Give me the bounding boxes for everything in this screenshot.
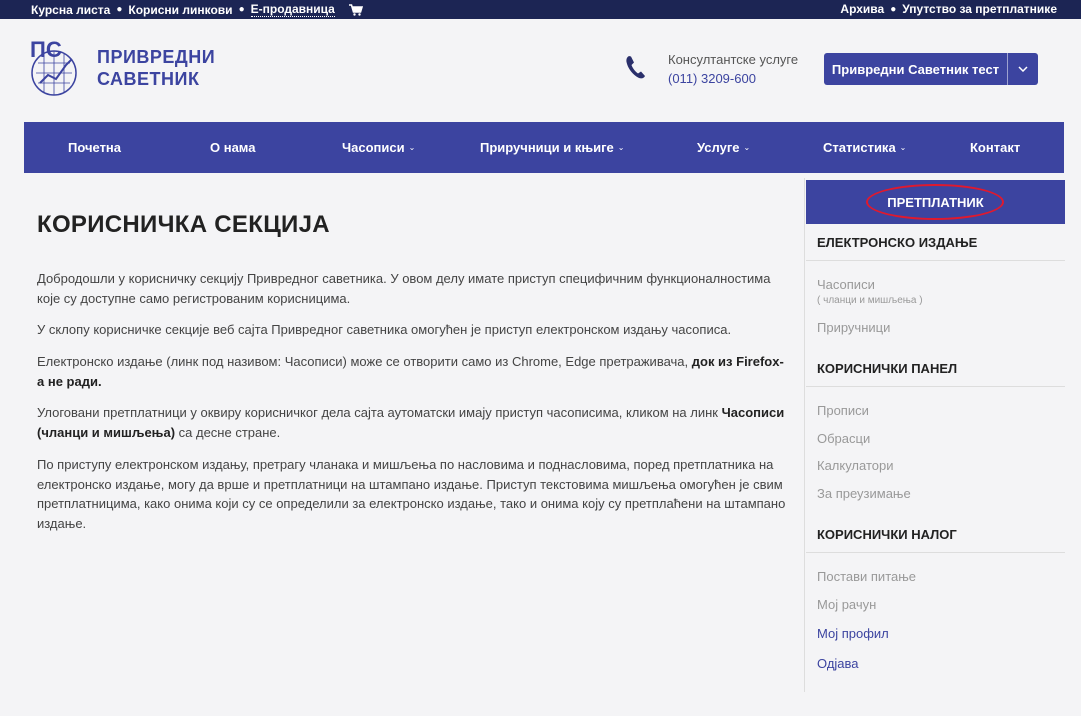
page-title: КОРИСНИЧКА СЕКЦИЈА bbox=[37, 211, 330, 238]
separator-dot: ● bbox=[890, 3, 897, 15]
svg-text:ПС: ПС bbox=[30, 37, 62, 62]
nav-item-magazines[interactable]: Часописи ⌄ bbox=[342, 122, 415, 173]
user-account-button[interactable]: Привредни Саветник тест bbox=[824, 53, 1038, 85]
chevron-down-icon: ⌄ bbox=[617, 143, 625, 152]
intro-paragraph: Добродошли у корисничку секцију Привредн… bbox=[37, 271, 771, 306]
sidebar-item-downloads[interactable]: За преузимање bbox=[817, 486, 911, 501]
section-title-electronic-edition: ЕЛЕКТРОНСКО ИЗДАЊЕ bbox=[817, 235, 978, 250]
logo-line-1: ПРИВРЕДНИ bbox=[97, 47, 216, 67]
nav-item-handbooks[interactable]: Приручници и књиге ⌄ bbox=[480, 122, 625, 173]
top-bar: Курсна листа ● Корисни линкови ● Е-прода… bbox=[0, 0, 1081, 19]
separator-dot: ● bbox=[238, 4, 245, 15]
phone-icon bbox=[626, 56, 645, 79]
paragraph-subscribers: Улоговани претплатници у оквиру кориснич… bbox=[37, 403, 789, 442]
nav-item-about[interactable]: О нама bbox=[210, 122, 255, 173]
sidebar-item-calculators[interactable]: Калкулатори bbox=[817, 458, 894, 473]
nav-label: Приручници и књиге bbox=[480, 140, 614, 155]
subscribers-end: са десне стране. bbox=[175, 424, 281, 440]
section-title-user-panel: КОРИСНИЧКИ ПАНЕЛ bbox=[817, 361, 958, 376]
sidebar-item-forms[interactable]: Обрасци bbox=[817, 431, 870, 446]
main-nav: Почетна О нама Часописи ⌄ Приручници и к… bbox=[24, 122, 1064, 173]
top-link-useful-links[interactable]: Корисни линкови bbox=[128, 3, 232, 17]
chevron-down-icon[interactable] bbox=[1007, 53, 1038, 85]
separator-dot: ● bbox=[116, 4, 123, 15]
sidebar-item-ask-question[interactable]: Постави питање bbox=[817, 569, 916, 584]
top-bar-left: Курсна листа ● Корисни линкови ● Е-прода… bbox=[31, 2, 363, 17]
chevron-down-icon: ⌄ bbox=[743, 143, 751, 152]
nav-item-statistics[interactable]: Статистика ⌄ bbox=[823, 122, 906, 173]
consulting-label: Консултантске услуге bbox=[668, 52, 799, 67]
nav-label: О нама bbox=[210, 140, 256, 155]
browser-note-text: Електронско издање (линк под називом: Ча… bbox=[37, 354, 692, 369]
paragraph-access: У склопу корисничке секције веб сајта Пр… bbox=[37, 322, 732, 337]
sidebar-item-magazines[interactable]: Часописи bbox=[817, 277, 875, 292]
sidebar-item-magazines-sub: ( чланци и мишљења ) bbox=[817, 295, 923, 306]
sidebar-item-my-account[interactable]: Мој рачун bbox=[817, 597, 876, 612]
divider bbox=[806, 260, 1065, 261]
top-bar-right: Архива ● Упутство за претплатнике bbox=[840, 2, 1057, 16]
cart-icon[interactable] bbox=[348, 3, 363, 16]
site-header: ПС ПРИВРЕДНИ САВЕТНИК Консултантске услу… bbox=[0, 19, 1081, 122]
divider bbox=[806, 552, 1065, 553]
top-link-exchange-rates[interactable]: Курсна листа bbox=[31, 3, 110, 17]
sidebar-item-logout[interactable]: Одјава bbox=[817, 656, 859, 671]
nav-label: Услуге bbox=[697, 140, 740, 155]
nav-label: Часописи bbox=[342, 140, 405, 155]
logo-text[interactable]: ПРИВРЕДНИ САВЕТНИК bbox=[97, 46, 215, 90]
consulting-info: Консултантске услуге (011) 3209-600 bbox=[668, 50, 798, 88]
annotation-circle bbox=[866, 184, 1004, 220]
top-link-archive[interactable]: Архива bbox=[840, 2, 884, 16]
nav-item-contact[interactable]: Контакт bbox=[970, 122, 1020, 173]
consulting-phone[interactable]: (011) 3209-600 bbox=[668, 69, 798, 88]
nav-item-services[interactable]: Услуге ⌄ bbox=[697, 122, 750, 173]
nav-label: Контакт bbox=[970, 140, 1021, 155]
nav-label: Статистика bbox=[823, 140, 896, 155]
chevron-down-icon: ⌄ bbox=[899, 143, 907, 152]
top-link-e-shop[interactable]: Е-продавница bbox=[250, 2, 335, 17]
subscribers-text: Улоговани претплатници у оквиру кориснич… bbox=[37, 405, 722, 420]
top-link-subscriber-guide[interactable]: Упутство за претплатнике bbox=[902, 2, 1057, 16]
sidebar-header: ПРЕТПЛАТНИК bbox=[806, 180, 1065, 224]
sidebar: ПРЕТПЛАТНИК ЕЛЕКТРОНСКО ИЗДАЊЕ Часописи … bbox=[804, 178, 1065, 692]
logo-line-2: САВЕТНИК bbox=[97, 69, 200, 89]
nav-label: Почетна bbox=[68, 140, 122, 155]
nav-item-home[interactable]: Почетна bbox=[68, 122, 121, 173]
paragraph-browser-note: Електронско издање (линк под називом: Ча… bbox=[37, 352, 789, 391]
paragraph-search: По приступу електронском издању, претраг… bbox=[37, 457, 786, 531]
divider bbox=[806, 386, 1065, 387]
sidebar-item-regulations[interactable]: Прописи bbox=[817, 403, 869, 418]
user-account-label[interactable]: Привредни Саветник тест bbox=[824, 53, 1007, 85]
chevron-down-icon: ⌄ bbox=[408, 143, 416, 152]
logo-icon[interactable]: ПС bbox=[28, 37, 80, 99]
sidebar-item-my-profile[interactable]: Мој профил bbox=[817, 626, 889, 641]
section-title-user-account: КОРИСНИЧКИ НАЛОГ bbox=[817, 527, 957, 542]
sidebar-item-handbooks[interactable]: Приручници bbox=[817, 320, 890, 335]
